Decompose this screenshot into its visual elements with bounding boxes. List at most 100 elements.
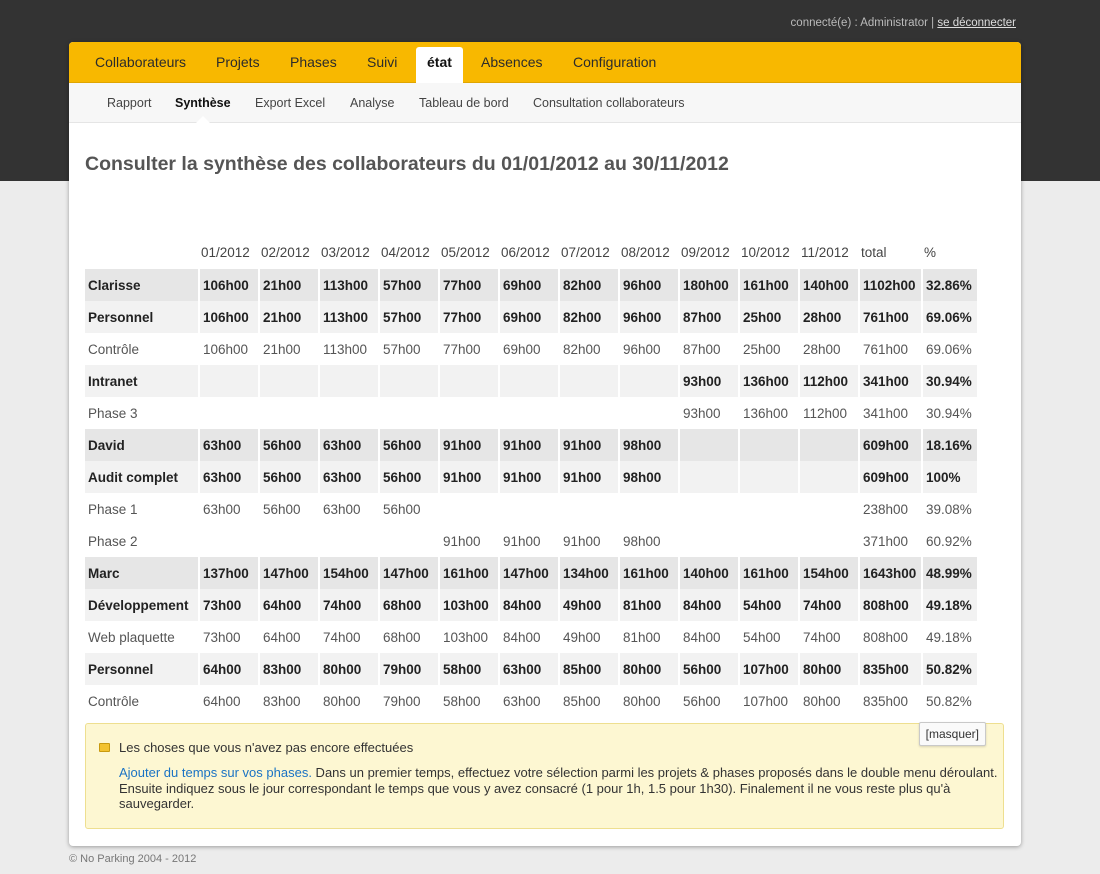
value-cell: 84h00 (498, 621, 558, 653)
value-cell: 58h00 (438, 653, 498, 685)
row-label-cell: Personnel (85, 301, 198, 333)
value-cell: 835h00 (858, 685, 921, 717)
subnav-rapport[interactable]: Rapport (107, 83, 151, 123)
value-cell: 84h00 (678, 621, 738, 653)
value-cell: 69h00 (498, 333, 558, 365)
value-cell: 68h00 (378, 589, 438, 621)
row-label-cell: Phase 1 (85, 493, 198, 525)
value-cell (678, 461, 738, 493)
value-cell: 98h00 (618, 429, 678, 461)
hide-notice-button[interactable]: [masquer] (918, 722, 986, 746)
add-time-link[interactable]: Ajouter du temps sur vos phases. (119, 765, 312, 780)
value-cell: 77h00 (438, 269, 498, 301)
value-cell: 64h00 (258, 621, 318, 653)
subnav-consultation-collaborateurs[interactable]: Consultation collaborateurs (533, 83, 684, 123)
value-cell: 808h00 (858, 589, 921, 621)
value-cell: 25h00 (738, 301, 798, 333)
value-cell: 49.18% (921, 589, 977, 621)
value-cell: 50.82% (921, 685, 977, 717)
main-panel: Collaborateurs Projets Phases Suivi état… (69, 42, 1021, 846)
value-cell: 56h00 (258, 493, 318, 525)
value-cell: 63h00 (318, 493, 378, 525)
value-cell (558, 493, 618, 525)
sub-nav: Rapport Synthèse Export Excel Analyse Ta… (69, 83, 1021, 123)
value-cell: 140h00 (678, 557, 738, 589)
value-cell: 57h00 (378, 269, 438, 301)
value-cell: 80h00 (798, 685, 858, 717)
value-cell: 91h00 (498, 429, 558, 461)
value-cell (798, 461, 858, 493)
value-cell: 98h00 (618, 525, 678, 557)
todo-notice: [masquer] Les choses que vous n'avez pas… (85, 722, 1004, 829)
value-cell (438, 493, 498, 525)
value-cell: 28h00 (798, 333, 858, 365)
value-cell: 113h00 (318, 269, 378, 301)
nav-tab-etat[interactable]: état (416, 47, 463, 83)
value-cell: 835h00 (858, 653, 921, 685)
value-cell: 50.82% (921, 653, 977, 685)
value-cell (798, 493, 858, 525)
value-cell: 91h00 (438, 429, 498, 461)
header-cell: 11/2012 (801, 244, 849, 260)
nav-tab-collaborateurs[interactable]: Collaborateurs (95, 42, 186, 83)
value-cell: 91h00 (498, 525, 558, 557)
value-cell: 96h00 (618, 269, 678, 301)
value-cell: 69h00 (498, 301, 558, 333)
value-cell: 56h00 (258, 461, 318, 493)
nav-tab-suivi[interactable]: Suivi (367, 42, 397, 83)
nav-tab-phases[interactable]: Phases (290, 42, 337, 83)
logout-link[interactable]: se déconnecter (937, 17, 1016, 29)
value-cell (258, 365, 318, 397)
nav-tab-configuration[interactable]: Configuration (573, 42, 656, 83)
row-label-cell: Développement (85, 589, 198, 621)
value-cell: 48.99% (921, 557, 977, 589)
value-cell: 91h00 (438, 461, 498, 493)
value-cell (198, 397, 258, 429)
value-cell (618, 365, 678, 397)
notice-title: Les choses que vous n'avez pas encore ef… (119, 740, 414, 755)
subnav-export-excel[interactable]: Export Excel (255, 83, 325, 123)
nav-tab-projets[interactable]: Projets (216, 42, 260, 83)
value-cell: 57h00 (378, 301, 438, 333)
value-cell: 56h00 (678, 653, 738, 685)
value-cell: 56h00 (378, 461, 438, 493)
value-cell: 83h00 (258, 653, 318, 685)
value-cell: 64h00 (258, 589, 318, 621)
value-cell: 91h00 (558, 461, 618, 493)
value-cell: 77h00 (438, 333, 498, 365)
value-cell: 77h00 (438, 301, 498, 333)
value-cell: 30.94% (921, 365, 977, 397)
value-cell: 85h00 (558, 685, 618, 717)
page-title: Consulter la synthèse des collaborateurs… (85, 153, 729, 175)
value-cell (258, 397, 318, 429)
value-cell: 74h00 (318, 621, 378, 653)
synthesis-table: 01/2012 02/2012 03/2012 04/2012 05/2012 06/20… (85, 235, 977, 749)
value-cell: 147h00 (378, 557, 438, 589)
value-cell: 761h00 (858, 333, 921, 365)
header-cell-empty (85, 235, 198, 269)
value-cell: 112h00 (798, 365, 858, 397)
value-cell: 106h00 (198, 333, 258, 365)
row-label-cell: Audit complet (85, 461, 198, 493)
value-cell (378, 365, 438, 397)
value-cell (738, 429, 798, 461)
subnav-tableau-de-bord[interactable]: Tableau de bord (419, 83, 509, 123)
value-cell: 56h00 (678, 685, 738, 717)
header-cell: 04/2012 (381, 244, 430, 260)
value-cell: 106h00 (198, 269, 258, 301)
subnav-analyse[interactable]: Analyse (350, 83, 394, 123)
value-cell: 69.06% (921, 301, 977, 333)
value-cell (438, 397, 498, 429)
value-cell: 96h00 (618, 301, 678, 333)
value-cell: 49.18% (921, 621, 977, 653)
value-cell: 341h00 (858, 365, 921, 397)
row-label-cell: Personnel (85, 653, 198, 685)
value-cell: 91h00 (558, 429, 618, 461)
value-cell (738, 461, 798, 493)
value-cell: 161h00 (438, 557, 498, 589)
value-cell (798, 525, 858, 557)
value-cell: 49h00 (558, 589, 618, 621)
nav-tab-absences[interactable]: Absences (481, 42, 542, 83)
value-cell: 100% (921, 461, 977, 493)
value-cell: 80h00 (798, 653, 858, 685)
